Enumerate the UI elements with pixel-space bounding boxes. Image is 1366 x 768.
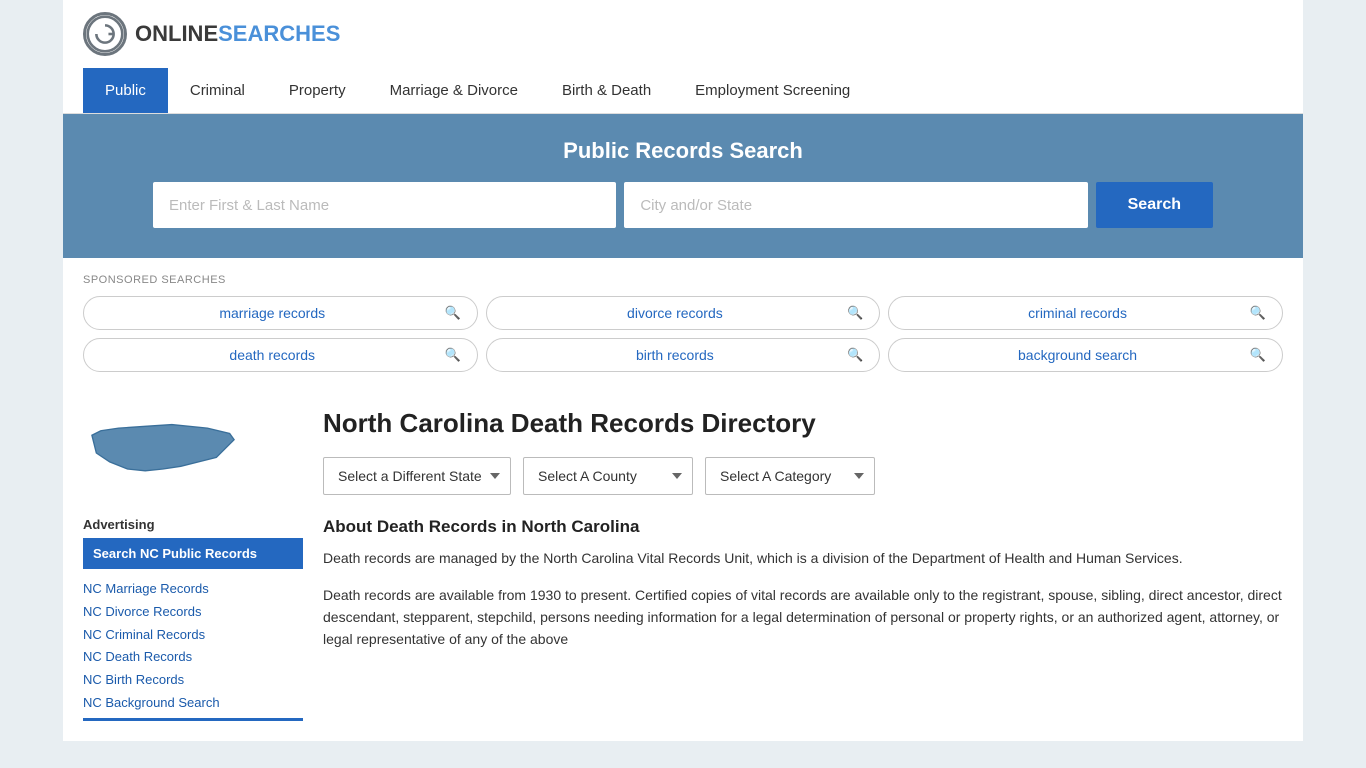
main-nav: Public Criminal Property Marriage & Divo… xyxy=(63,68,1303,114)
nav-item-birth-death[interactable]: Birth & Death xyxy=(540,68,673,113)
sponsored-grid: marriage records 🔍 divorce records 🔍 cri… xyxy=(83,296,1283,372)
sponsored-item-death[interactable]: death records 🔍 xyxy=(83,338,478,372)
header: ONLINESEARCHES xyxy=(63,0,1303,68)
nc-map-svg xyxy=(83,408,243,498)
search-button[interactable]: Search xyxy=(1096,182,1213,228)
content-area: Advertising Search NC Public Records NC … xyxy=(63,388,1303,741)
sponsored-link-divorce[interactable]: divorce records xyxy=(503,305,847,321)
sponsored-item-divorce[interactable]: divorce records 🔍 xyxy=(486,296,881,330)
location-input[interactable] xyxy=(624,182,1087,228)
search-icon-0: 🔍 xyxy=(444,305,460,321)
sidebar: Advertising Search NC Public Records NC … xyxy=(83,408,303,721)
advertising-label: Advertising xyxy=(83,517,303,532)
state-map xyxy=(83,408,303,501)
sidebar-links: NC Marriage Records NC Divorce Records N… xyxy=(83,579,303,714)
nav-item-employment[interactable]: Employment Screening xyxy=(673,68,872,113)
nav-item-marriage-divorce[interactable]: Marriage & Divorce xyxy=(368,68,540,113)
sponsored-section: SPONSORED SEARCHES marriage records 🔍 di… xyxy=(63,258,1303,388)
about-text-1: Death records are managed by the North C… xyxy=(323,547,1283,569)
logo[interactable]: ONLINESEARCHES xyxy=(83,12,340,56)
hero-section: Public Records Search Search xyxy=(63,114,1303,258)
ad-box-button[interactable]: Search NC Public Records xyxy=(83,538,303,569)
search-icon-4: 🔍 xyxy=(847,347,863,363)
sponsored-link-criminal[interactable]: criminal records xyxy=(905,305,1249,321)
sidebar-link-divorce[interactable]: NC Divorce Records xyxy=(83,602,303,623)
nav-item-property[interactable]: Property xyxy=(267,68,368,113)
sidebar-link-marriage[interactable]: NC Marriage Records xyxy=(83,579,303,600)
hero-title: Public Records Search xyxy=(83,138,1283,164)
category-dropdown[interactable]: Select A Category xyxy=(705,457,875,495)
state-dropdown[interactable]: Select a Different State xyxy=(323,457,511,495)
name-input[interactable] xyxy=(153,182,616,228)
sidebar-link-background[interactable]: NC Background Search xyxy=(83,693,303,714)
sidebar-link-birth[interactable]: NC Birth Records xyxy=(83,670,303,691)
sponsored-item-background[interactable]: background search 🔍 xyxy=(888,338,1283,372)
sponsored-link-background[interactable]: background search xyxy=(905,347,1249,363)
sponsored-link-death[interactable]: death records xyxy=(100,347,444,363)
dropdowns: Select a Different State Select A County… xyxy=(323,457,1283,495)
sponsored-link-marriage[interactable]: marriage records xyxy=(100,305,444,321)
sponsored-item-marriage[interactable]: marriage records 🔍 xyxy=(83,296,478,330)
search-icon-3: 🔍 xyxy=(444,347,460,363)
main-content: North Carolina Death Records Directory S… xyxy=(323,408,1283,721)
sponsored-link-birth[interactable]: birth records xyxy=(503,347,847,363)
nav-item-public[interactable]: Public xyxy=(83,68,168,113)
search-bar: Search xyxy=(153,182,1213,228)
search-icon-2: 🔍 xyxy=(1250,305,1266,321)
search-icon-5: 🔍 xyxy=(1250,347,1266,363)
sponsored-label: SPONSORED SEARCHES xyxy=(83,274,1283,286)
logo-icon xyxy=(83,12,127,56)
logo-text: ONLINESEARCHES xyxy=(135,21,340,47)
sidebar-link-criminal[interactable]: NC Criminal Records xyxy=(83,625,303,646)
sponsored-item-criminal[interactable]: criminal records 🔍 xyxy=(888,296,1283,330)
county-dropdown[interactable]: Select A County xyxy=(523,457,693,495)
about-text-2: Death records are available from 1930 to… xyxy=(323,584,1283,651)
page-title: North Carolina Death Records Directory xyxy=(323,408,1283,439)
sponsored-item-birth[interactable]: birth records 🔍 xyxy=(486,338,881,372)
sidebar-divider xyxy=(83,718,303,721)
search-icon-1: 🔍 xyxy=(847,305,863,321)
sidebar-link-death[interactable]: NC Death Records xyxy=(83,647,303,668)
about-title: About Death Records in North Carolina xyxy=(323,517,1283,537)
nav-item-criminal[interactable]: Criminal xyxy=(168,68,267,113)
